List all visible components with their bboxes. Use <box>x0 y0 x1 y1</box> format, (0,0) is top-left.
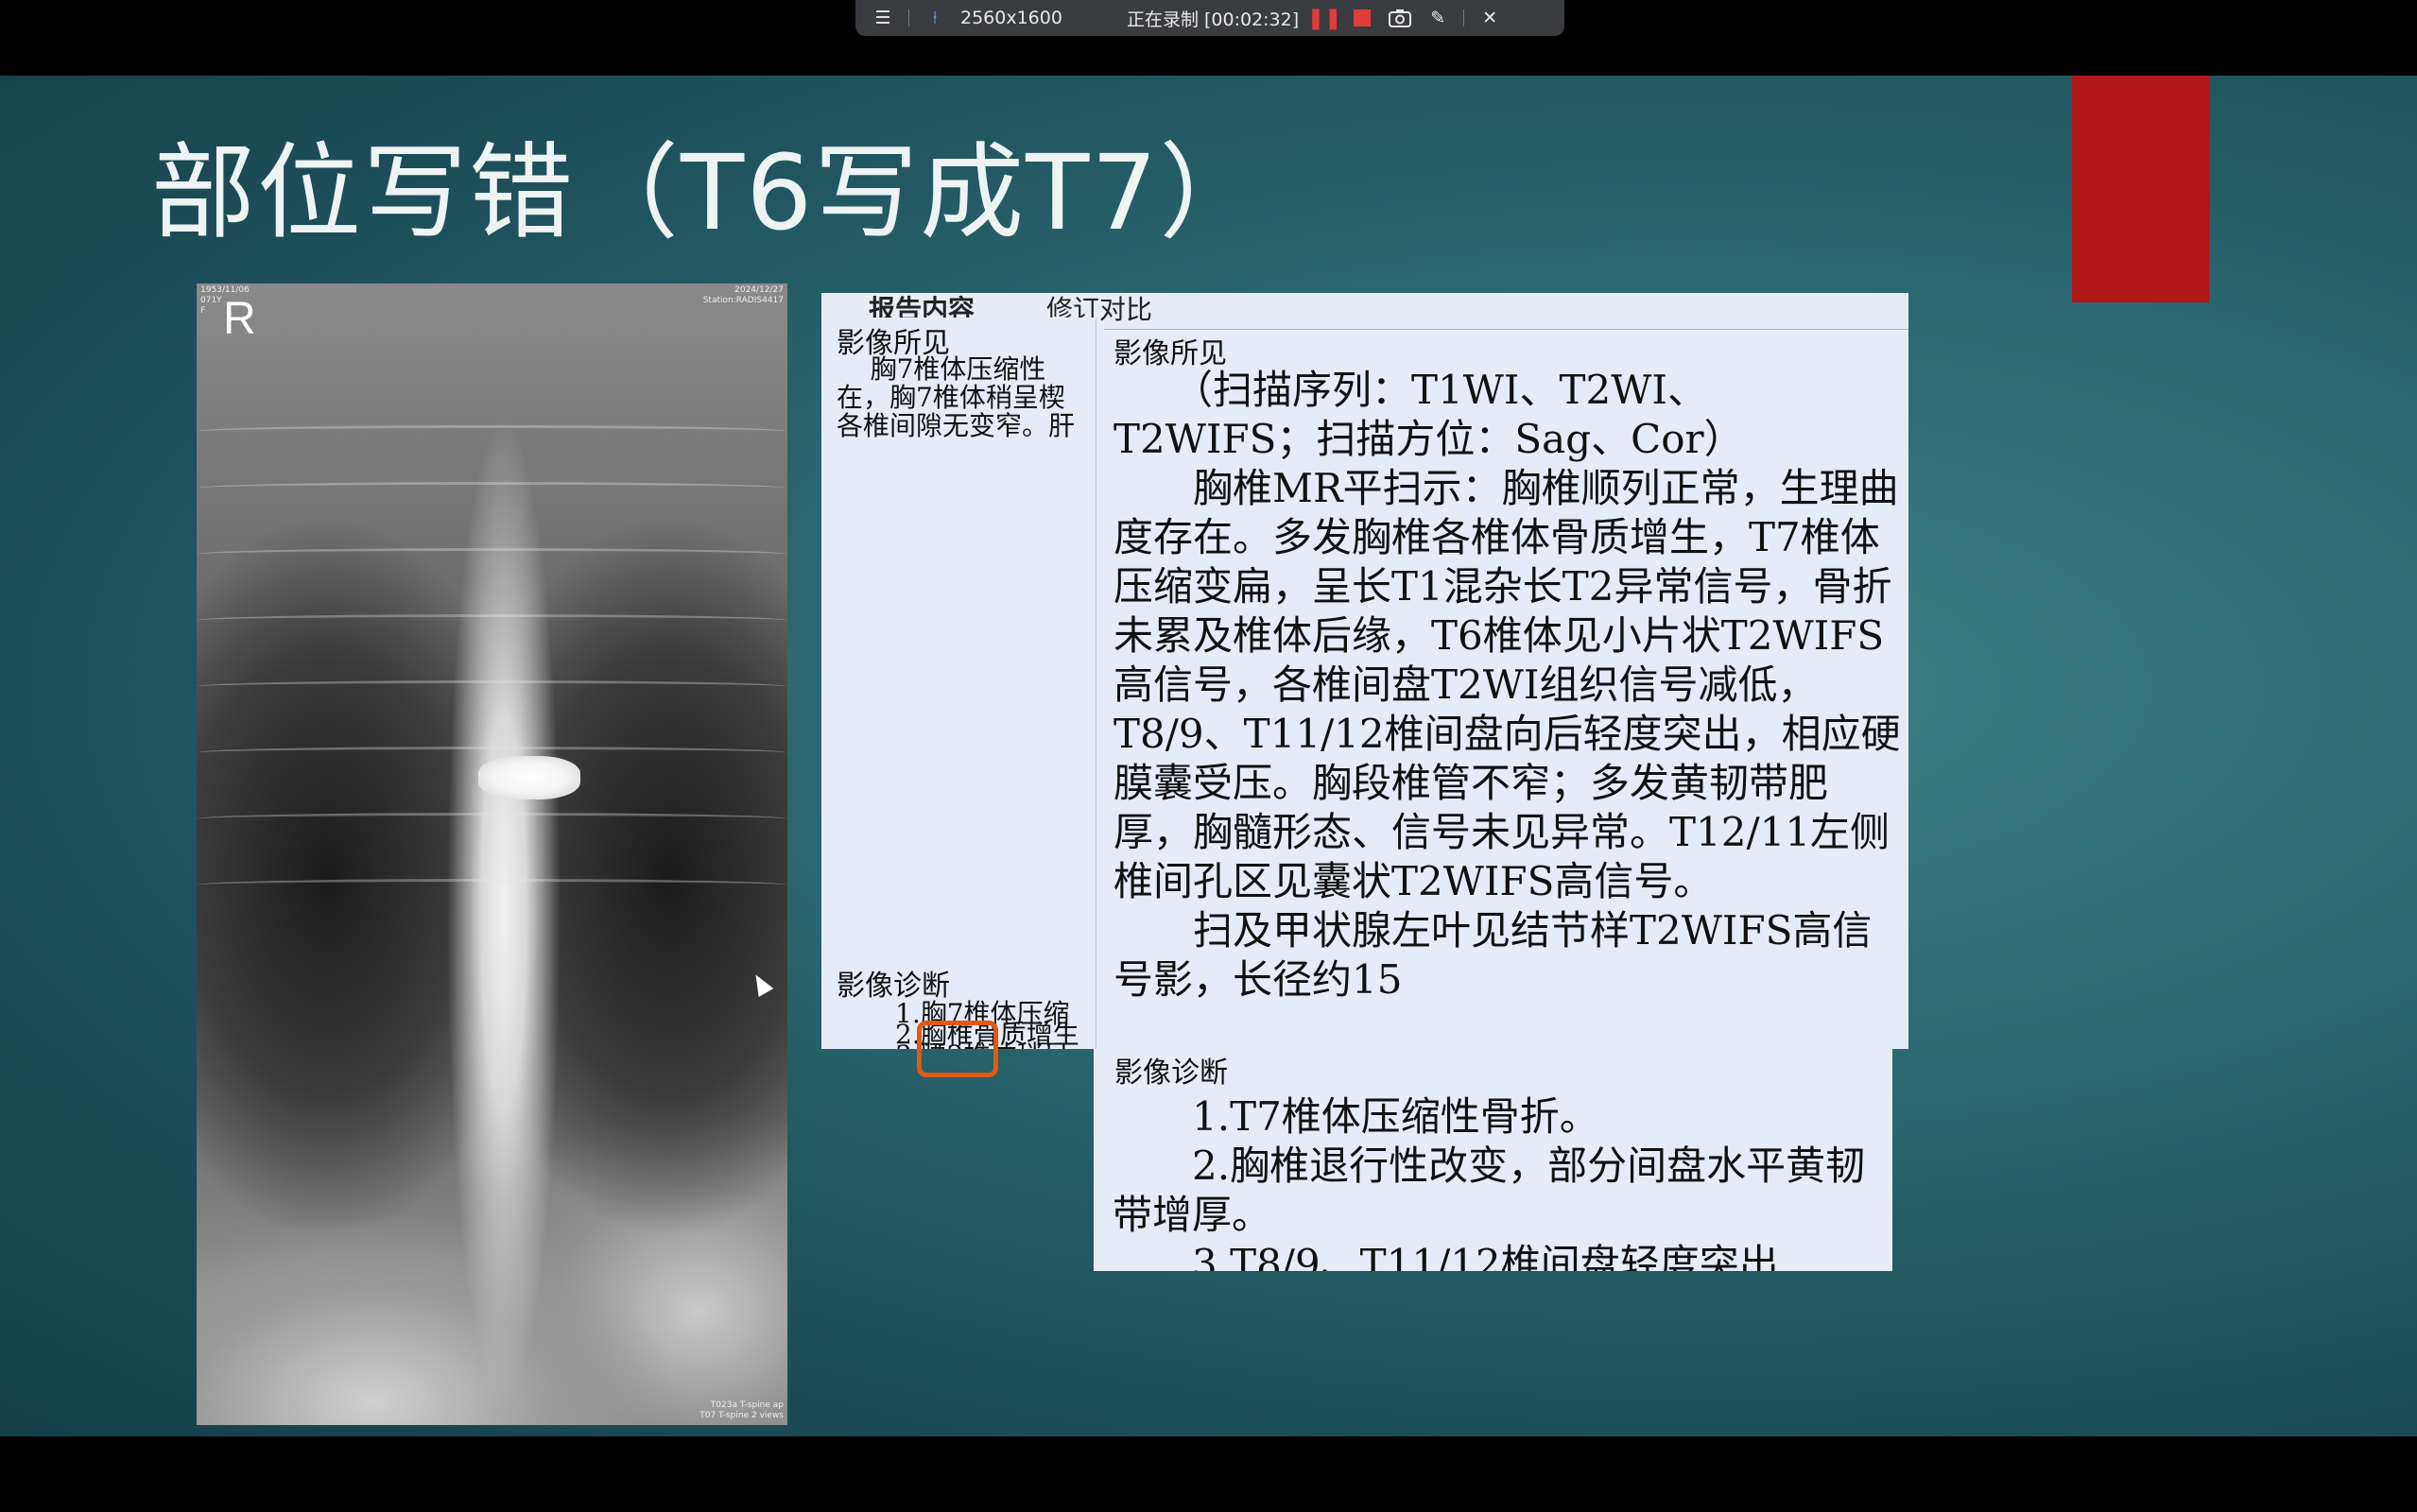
accent-block <box>2072 76 2209 302</box>
xray-image: 1953/11/06 071Y F 2024/12/27 Station:RAD… <box>197 284 787 1425</box>
pen-icon[interactable]: ✎ <box>1425 6 1450 30</box>
xray-study-info: 2024/12/27 Station:RADIS4417 <box>702 285 784 305</box>
resolution-label: 2560x1600 <box>960 8 1062 28</box>
findings-panel: 影像所见 （扫描序列：T1WI、T2WI、T2WIFS；扫描方位：Sag、Cor… <box>1104 329 1908 1049</box>
diagnosis-label: 影像诊断 <box>1114 1057 1228 1090</box>
findings-paragraph: （扫描序列：T1WI、T2WI、T2WIFS；扫描方位：Sag、Cor） <box>1114 367 1744 462</box>
slide-title: 部位写错（T6写成T7） <box>151 132 1266 253</box>
diagnosis-item: 1.T7椎体压缩性骨折。 <box>1113 1093 1599 1140</box>
mouse-cursor-icon <box>748 970 774 998</box>
divider <box>1463 9 1465 26</box>
findings-paragraph: 胸椎MR平扫示：胸椎顺列正常，生理曲度存在。多发胸椎各椎体骨质增生，T7椎体压缩… <box>1114 465 1901 904</box>
diagnosis-item: 2.胸椎退行性改变，部分间盘水平黄韧带增厚。 <box>1113 1143 1866 1238</box>
recording-status: 正在录制 [00:02:32] <box>1126 9 1300 30</box>
report-window: 报告内容 修订对比 影像所见 胸7椎体压缩性 在，胸7椎体稍呈楔 各椎间隙无变窄… <box>821 293 1908 1049</box>
xray-series-info: T023a T-spine ap T07 T-spine 2 views <box>699 1400 784 1420</box>
vertebroplasty-cement <box>478 756 580 799</box>
camera-icon[interactable] <box>1388 6 1412 30</box>
diagnosis-text[interactable]: 1.T7椎体压缩性骨折。 2.胸椎退行性改变，部分间盘水平黄韧带增厚。 3.T8… <box>1113 1092 1888 1271</box>
left-findings-text[interactable]: 胸7椎体压缩性 在，胸7椎体稍呈楔 各椎间隙无变窄。肝 <box>837 355 1075 440</box>
diagnosis-item: 3.T8/9、T11/12椎间盘轻度突出 <box>1113 1241 1779 1271</box>
report-tabs: 报告内容 修订对比 <box>821 293 1908 325</box>
diagnosis-window: 影像诊断 1.T7椎体压缩性骨折。 2.胸椎退行性改变，部分间盘水平黄韧带增厚。… <box>1094 1049 1892 1271</box>
error-highlight-box <box>917 1021 998 1077</box>
recording-toolbar: ☰ ⍿ 2560x1600 正在录制 [00:02:32] ❚❚ ✎ ✕ <box>855 0 1564 36</box>
presentation-slide: 部位写错（T6写成T7） 1953/11/06 071Y F 2024/12/2… <box>0 76 2417 1436</box>
close-icon[interactable]: ✕ <box>1477 6 1502 30</box>
findings-paragraph: 扫及甲状腺左叶见结节样T2WIFS高信号影，长径约15 <box>1114 907 1873 1003</box>
stop-icon[interactable] <box>1350 6 1374 30</box>
left-report-panel: 影像所见 胸7椎体压缩性 在，胸7椎体稍呈楔 各椎间隙无变窄。肝 影像诊断 1.… <box>821 318 1096 1049</box>
pause-icon[interactable]: ❚❚ <box>1307 6 1342 30</box>
menu-icon[interactable]: ☰ <box>871 6 895 30</box>
findings-text[interactable]: （扫描序列：T1WI、T2WI、T2WIFS；扫描方位：Sag、Cor） 胸椎M… <box>1114 366 1903 1005</box>
side-marker: R <box>223 294 256 344</box>
pin-icon[interactable]: ⍿ <box>923 6 947 30</box>
divider <box>908 9 909 26</box>
